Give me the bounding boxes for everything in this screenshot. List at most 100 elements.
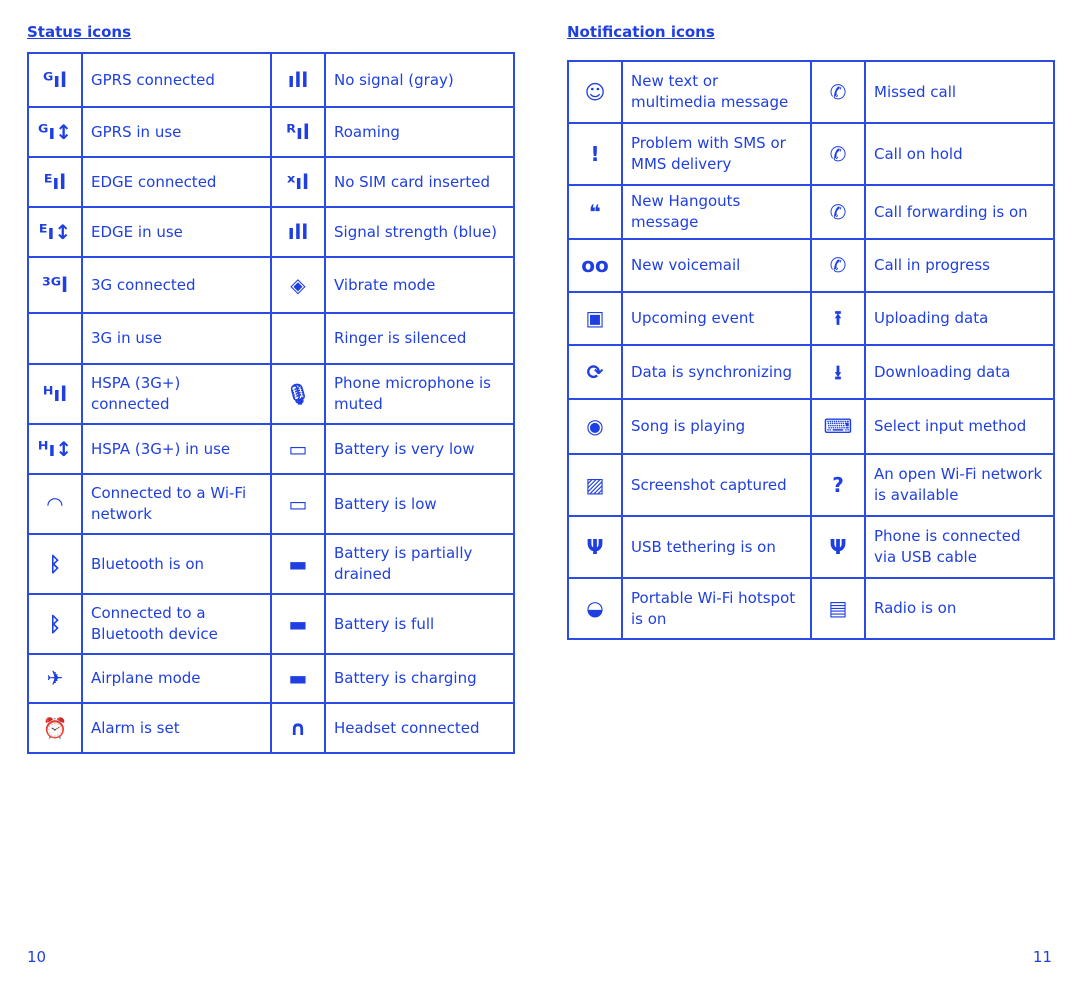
icon-description: Data is synchronizing: [621, 344, 812, 400]
vibrate-icon: ◈: [270, 256, 326, 314]
table-row: ᛒ Bluetooth is on ▬ Battery is partially dr…: [27, 533, 515, 595]
signal-g-icon: ᴳıl: [27, 52, 83, 108]
table-row: oo New voicemail ✆ Call in progress: [567, 238, 1055, 293]
signal-g-inuse-icon: ᴳı↕: [27, 106, 83, 158]
notification-icons-table: ☺ New text or multimedia message ✆ Missed c…: [567, 60, 1055, 640]
call-forward-icon: ✆: [810, 184, 866, 240]
signal-no-sim-icon: ˣıl: [270, 156, 326, 208]
icon-description: An open Wi-Fi network is available: [864, 453, 1055, 517]
icon-description: Headset connected: [324, 702, 515, 754]
mic-muted-icon: 🎙: [270, 363, 326, 425]
music-disc-icon: ◉: [567, 398, 623, 455]
icon-description: No SIM card inserted: [324, 156, 515, 208]
icon-description: USB tethering is on: [621, 515, 812, 579]
icon-description: Battery is very low: [324, 423, 515, 475]
icon-description: Screenshot captured: [621, 453, 812, 517]
icon-description: Problem with SMS or MMS delivery: [621, 122, 812, 186]
signal-roaming-icon: ᴿıl: [270, 106, 326, 158]
icon-description: Radio is on: [864, 577, 1055, 640]
table-row: ⟳ Data is synchronizing ⭳ Downloading data: [567, 344, 1055, 400]
icon-description: 3G in use: [81, 312, 272, 365]
table-row: ᴳıl GPRS connected ıll No signal (gray): [27, 52, 515, 108]
table-row: ◉ Song is playing ⌨ Select input method: [567, 398, 1055, 455]
missed-call-icon: ✆: [810, 60, 866, 124]
sync-icon: ⟳: [567, 344, 623, 400]
icon-description: Call in progress: [864, 238, 1055, 293]
page-number-right: 11: [1032, 948, 1052, 966]
icon-description: Battery is charging: [324, 653, 515, 704]
table-row: ᴱıl EDGE connected ˣıl No SIM card inserted: [27, 156, 515, 208]
hotspot-icon: ◒: [567, 577, 623, 640]
signal-e-icon: ᴱıl: [27, 156, 83, 208]
icon-description: Song is playing: [621, 398, 812, 455]
hangouts-icon: ❝: [567, 184, 623, 240]
icon-description: Upcoming event: [621, 291, 812, 346]
page-number-left: 10: [27, 948, 47, 966]
icon-description: EDGE connected: [81, 156, 272, 208]
table-row: ▣ Upcoming event ⭱ Uploading data: [567, 291, 1055, 346]
icon-description: Portable Wi-Fi hotspot is on: [621, 577, 812, 640]
icon-description: Phone is connected via USB cable: [864, 515, 1055, 579]
bluetooth-connected-icon: ᛒ: [27, 593, 83, 655]
battery-very-low-icon: ▭: [270, 423, 326, 475]
icon-description: No signal (gray): [324, 52, 515, 108]
usb-tethering-icon: Ψ: [567, 515, 623, 579]
icon-description: Battery is full: [324, 593, 515, 655]
table-row: ☺ New text or multimedia message ✆ Missed c…: [567, 60, 1055, 124]
download-icon: ⭳: [810, 344, 866, 400]
empty-icon-cell: [270, 312, 326, 365]
battery-full-icon: ▬: [270, 593, 326, 655]
signal-3g-icon: ³ᴳl: [27, 256, 83, 314]
icon-description: GPRS connected: [81, 52, 272, 108]
icon-description: New text or multimedia message: [621, 60, 812, 124]
icon-description: Battery is low: [324, 473, 515, 535]
empty-icon-cell: [27, 312, 83, 365]
open-wifi-icon: ?: [810, 453, 866, 517]
icon-description: Phone microphone is muted: [324, 363, 515, 425]
usb-icon: Ψ: [810, 515, 866, 579]
table-row: ᴳı↕ GPRS in use ᴿıl Roaming: [27, 106, 515, 158]
radio-icon: ▤: [810, 577, 866, 640]
table-row: ! Problem with SMS or MMS delivery ✆ Call o…: [567, 122, 1055, 186]
table-row: 3G in use Ringer is silenced: [27, 312, 515, 365]
table-row: ᛒ Connected to a Bluetooth device ▬ Battery…: [27, 593, 515, 655]
icon-description: New Hangouts message: [621, 184, 812, 240]
icon-description: Roaming: [324, 106, 515, 158]
icon-description: Connected to a Wi-Fi network: [81, 473, 272, 535]
icon-description: Vibrate mode: [324, 256, 515, 314]
icon-description: 3G connected: [81, 256, 272, 314]
screenshot-icon: ▨: [567, 453, 623, 517]
icon-description: Bluetooth is on: [81, 533, 272, 595]
battery-low-icon: ▭: [270, 473, 326, 535]
phone-icon: ✆: [810, 238, 866, 293]
wifi-icon: ◠: [27, 473, 83, 535]
table-row: ❝ New Hangouts message ✆ Call forwarding is…: [567, 184, 1055, 240]
message-icon: ☺: [567, 60, 623, 124]
icon-description: GPRS in use: [81, 106, 272, 158]
icon-description: Call forwarding is on: [864, 184, 1055, 240]
table-row: ᴴı↕ HSPA (3G+) in use ▭ Battery is very low: [27, 423, 515, 475]
table-row: ᴱı↕ EDGE in use ıll Signal strength (blue): [27, 206, 515, 258]
notification-icons-heading: Notification icons: [567, 23, 715, 41]
icon-description: Call on hold: [864, 122, 1055, 186]
table-row: ▨ Screenshot captured? An open Wi-Fi netwo…: [567, 453, 1055, 517]
status-icons-table: ᴳıl GPRS connected ıll No signal (gray) ᴳı↕ G…: [27, 52, 515, 754]
table-row: ᴴıl HSPA (3G+) connected 🎙 Phone microphone…: [27, 363, 515, 425]
calendar-icon: ▣: [567, 291, 623, 346]
alarm-icon: ⏰: [27, 702, 83, 754]
signal-gray-icon: ıll: [270, 52, 326, 108]
headset-icon: ∩: [270, 702, 326, 754]
table-row: ◒ Portable Wi-Fi hotspot is on ▤ Radio is o…: [567, 577, 1055, 640]
voicemail-icon: oo: [567, 238, 623, 293]
icon-description: Signal strength (blue): [324, 206, 515, 258]
keyboard-icon: ⌨: [810, 398, 866, 455]
sms-problem-icon: !: [567, 122, 623, 186]
signal-blue-icon: ıll: [270, 206, 326, 258]
table-row: Ψ USB tethering is on Ψ Phone is connected …: [567, 515, 1055, 579]
battery-partial-icon: ▬: [270, 533, 326, 595]
signal-e-inuse-icon: ᴱı↕: [27, 206, 83, 258]
call-hold-icon: ✆: [810, 122, 866, 186]
icon-description: EDGE in use: [81, 206, 272, 258]
bluetooth-icon: ᛒ: [27, 533, 83, 595]
icon-description: New voicemail: [621, 238, 812, 293]
